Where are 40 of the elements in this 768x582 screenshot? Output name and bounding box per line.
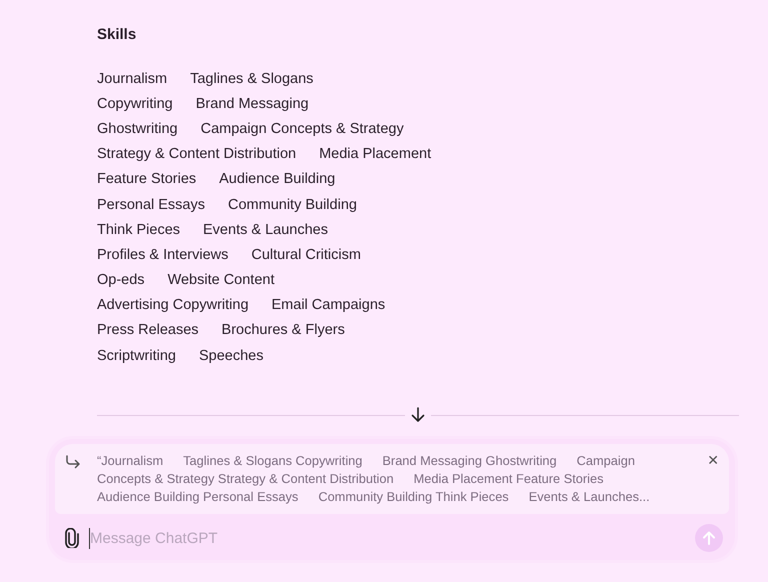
skill-item: Journalism xyxy=(97,70,168,87)
skill-item: Think Pieces xyxy=(97,222,180,238)
skill-item: Copywriting xyxy=(97,96,173,112)
quoted-text: “Journalism xyxy=(97,452,164,470)
quoted-text: Brand Messaging Ghostwriting xyxy=(382,452,557,470)
skill-item: Speeches xyxy=(198,348,264,364)
skill-item: Strategy & Content Distribution xyxy=(97,146,296,162)
skill-item: Op-eds xyxy=(97,272,145,288)
skill-item: Personal Essays xyxy=(97,196,205,213)
quoted-text: Audience Building Personal Essays xyxy=(97,488,298,506)
arrow-up-icon xyxy=(703,531,715,546)
arrow-down-icon xyxy=(411,407,425,424)
skill-item: Email Campaigns xyxy=(272,297,386,314)
skill-item: Events & Launches xyxy=(203,222,328,238)
skill-item: Audience Building xyxy=(219,171,336,188)
skill-item: Ghostwriting xyxy=(97,120,178,137)
close-button[interactable]: ✕ xyxy=(707,453,719,470)
skill-item: Advertising Copywriting xyxy=(97,297,249,314)
skill-item: Profiles & Interviews xyxy=(97,246,228,263)
quoted-text: Events & Launches... xyxy=(528,488,650,506)
skill-item: Press Releases xyxy=(97,322,199,338)
skill-item: Website Content xyxy=(168,272,274,288)
quoted-text: Campaign xyxy=(576,452,635,470)
quoted-text: Taglines & Slogans Copywriting xyxy=(183,452,362,470)
skill-item: Taglines & Slogans xyxy=(190,70,314,87)
skill-item: Feature Stories xyxy=(97,171,196,188)
skill-item: Cultural Criticism xyxy=(251,246,361,263)
paperclip-icon[interactable] xyxy=(65,528,79,548)
quoted-text: Community Building Think Pieces xyxy=(318,488,509,506)
reply-arrow-icon xyxy=(65,455,81,470)
quoted-text: Concepts & Strategy Strategy & Content Distribution xyxy=(97,470,394,488)
message-field[interactable]: Message ChatGPT xyxy=(89,528,685,549)
section-heading: Skills xyxy=(97,26,136,44)
skill-item: Brand Messaging xyxy=(196,96,309,112)
skill-item: Brochures & Flyers xyxy=(222,322,345,338)
skill-item: Scriptwriting xyxy=(97,348,176,364)
skill-item: Campaign Concepts & Strategy xyxy=(200,120,404,137)
quoted-text: Media Placement Feature Stories xyxy=(414,470,604,488)
skill-item: Media Placement xyxy=(319,146,432,162)
skill-item: Community Building xyxy=(228,196,357,213)
